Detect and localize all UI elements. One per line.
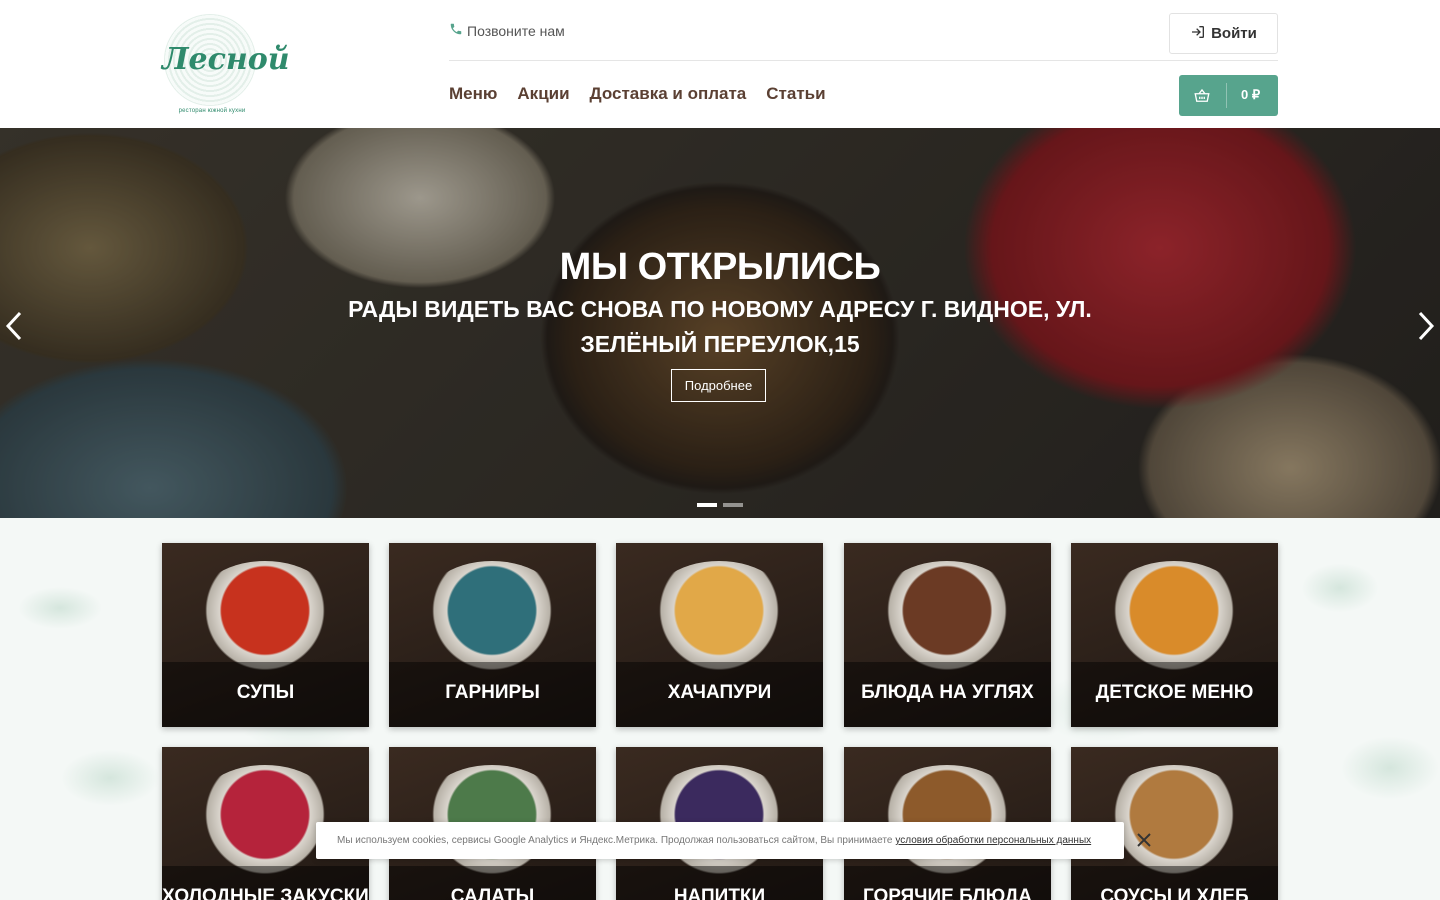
logo-name: Лесной [162,42,290,77]
category-label: ХАЧАПУРИ [616,662,823,727]
category-photo [1099,561,1249,671]
nav-item-articles[interactable]: Статьи [766,84,825,104]
category-card[interactable]: ГАРНИРЫ [389,543,596,727]
category-photo [644,561,794,671]
slider-next-arrow[interactable] [1416,310,1436,342]
category-photo [872,561,1022,671]
login-icon [1190,24,1206,44]
hero-more-button[interactable]: Подробнее [671,369,766,402]
site-header: Лесной ресторан южной кухни Позвоните на… [0,0,1440,128]
slider-prev-arrow[interactable] [4,310,24,342]
hero-subtitle: РАДЫ ВИДЕТЬ ВАС СНОВА ПО НОВОМУ АДРЕСУ Г… [348,296,1092,357]
hero-slider: МЫ ОТКРЫЛИСЬ РАДЫ ВИДЕТЬ ВАС СНОВА ПО НО… [0,128,1440,518]
category-label: ГОРЯЧИЕ БЛЮДА [844,866,1051,900]
nav-item-promotions[interactable]: Акции [517,84,569,104]
category-label: БЛЮДА НА УГЛЯХ [844,662,1051,727]
category-card[interactable]: БЛЮДА НА УГЛЯХ [844,543,1051,727]
slider-dot-2[interactable] [723,503,743,507]
cookie-text: Мы используем cookies, сервисы Google An… [337,835,893,846]
nav-item-menu[interactable]: Меню [449,84,497,104]
header-divider [449,60,1278,61]
slider-pagination [697,503,743,507]
login-button[interactable]: Войти [1169,13,1278,54]
category-card[interactable]: ХАЧАПУРИ [616,543,823,727]
slider-dot-1[interactable] [697,503,717,507]
logo[interactable]: Лесной ресторан южной кухни [162,12,290,116]
cart-button[interactable]: 0 ₽ [1179,75,1278,116]
category-card[interactable]: ДЕТСКОЕ МЕНЮ [1071,543,1278,727]
nav-item-delivery[interactable]: Доставка и оплата [590,84,747,104]
category-photo [190,561,340,671]
cookie-policy-link[interactable]: условия обработки персональных данных [895,835,1091,846]
category-label: ХОЛОДНЫЕ ЗАКУСКИ [162,866,369,900]
category-label: СУПЫ [162,662,369,727]
call-us-link[interactable]: Позвоните нам [449,22,565,39]
category-label: НАПИТКИ [616,866,823,900]
category-photo [417,561,567,671]
main-nav: Меню Акции Доставка и оплата Статьи [449,84,826,104]
basket-icon [1193,87,1211,105]
phone-icon [449,22,463,39]
logo-tagline: ресторан южной кухни [178,108,246,114]
cart-total: 0 ₽ [1241,87,1261,102]
close-icon[interactable] [1136,832,1152,848]
category-label: САЛАТЫ [389,866,596,900]
login-label: Войти [1211,25,1257,42]
category-label: ДЕТСКОЕ МЕНЮ [1071,662,1278,727]
cookie-banner: Мы используем cookies, сервисы Google An… [316,822,1151,859]
category-card[interactable]: СУПЫ [162,543,369,727]
category-label: ГАРНИРЫ [389,662,596,727]
cart-separator [1226,83,1227,108]
hero-title: МЫ ОТКРЫЛИСЬ [559,246,881,288]
call-us-label: Позвоните нам [467,22,565,39]
category-label: СОУСЫ И ХЛЕБ [1071,866,1278,900]
